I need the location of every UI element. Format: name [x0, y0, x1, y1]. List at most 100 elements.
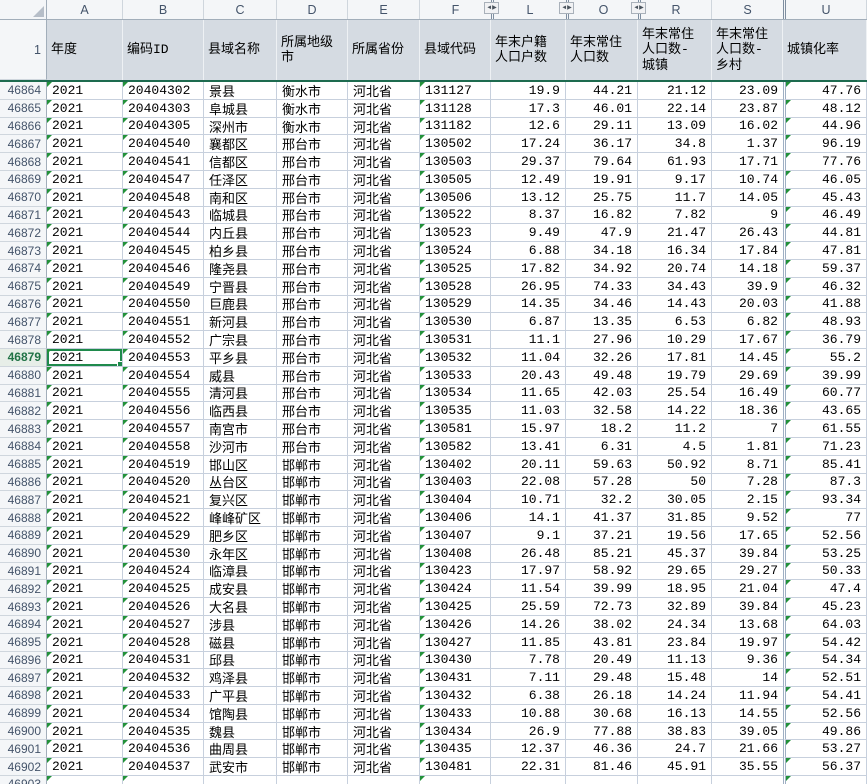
cell-R46871[interactable]: 7.82 [638, 206, 712, 225]
cell-S46903[interactable] [712, 776, 783, 784]
row-header-46886[interactable]: 46886 [0, 473, 47, 492]
cell-O46883[interactable]: 18.2 [566, 420, 638, 438]
cell-S46901[interactable]: 21.66 [712, 740, 783, 759]
cell-D46867[interactable]: 邢台市 [277, 135, 348, 154]
cell-L46893[interactable]: 25.59 [491, 598, 566, 616]
cell-B46896[interactable]: 20404531 [123, 651, 204, 670]
cell-C46888[interactable]: 峰峰矿区 [204, 509, 277, 527]
cell-E46882[interactable]: 河北省 [348, 402, 420, 421]
cell-U46901[interactable]: 53.27 [783, 740, 867, 759]
cell-L46875[interactable]: 26.95 [491, 277, 566, 296]
cell-E46900[interactable]: 河北省 [348, 722, 420, 741]
cell-S46868[interactable]: 17.71 [712, 153, 783, 171]
cell-R46890[interactable]: 45.37 [638, 544, 712, 563]
cell-D46901[interactable]: 邯郸市 [277, 740, 348, 759]
cell-D46899[interactable]: 邯郸市 [277, 704, 348, 723]
cell-O46901[interactable]: 46.36 [566, 740, 638, 759]
row-header-46894[interactable]: 46894 [0, 615, 47, 634]
cell-L46887[interactable]: 10.71 [491, 491, 566, 510]
cell-S46871[interactable]: 9 [712, 206, 783, 225]
cell-R46900[interactable]: 38.83 [638, 722, 712, 741]
row-header-46901[interactable]: 46901 [0, 740, 47, 759]
cell-A46899[interactable]: 2021 [47, 704, 123, 723]
cell-S46902[interactable]: 35.55 [712, 758, 783, 777]
cell-D46884[interactable]: 邢台市 [277, 437, 348, 456]
cell-F46903[interactable] [420, 776, 491, 784]
cell-O46869[interactable]: 19.91 [566, 170, 638, 189]
cell-R46866[interactable]: 13.09 [638, 117, 712, 136]
cell-O46864[interactable]: 44.21 [566, 82, 638, 100]
column-header-L[interactable]: L [491, 0, 566, 19]
cell-U46864[interactable]: 47.76 [783, 82, 867, 100]
cell-O46872[interactable]: 47.9 [566, 224, 638, 243]
cell-L46874[interactable]: 17.82 [491, 259, 566, 278]
cell-B46903[interactable] [123, 776, 204, 784]
cell-B46879[interactable]: 20404553 [123, 348, 204, 367]
cell-D46900[interactable]: 邯郸市 [277, 722, 348, 741]
cell-B46870[interactable]: 20404548 [123, 188, 204, 207]
cell-R46887[interactable]: 30.05 [638, 491, 712, 510]
cell-R46884[interactable]: 4.5 [638, 437, 712, 456]
cell-U46881[interactable]: 60.77 [783, 384, 867, 403]
cell-D46866[interactable]: 衡水市 [277, 117, 348, 136]
cell-L46867[interactable]: 17.24 [491, 135, 566, 154]
cell-E46871[interactable]: 河北省 [348, 206, 420, 225]
cell-O46879[interactable]: 32.26 [566, 348, 638, 367]
cell-S46865[interactable]: 23.87 [712, 99, 783, 118]
cell-L46896[interactable]: 7.78 [491, 651, 566, 670]
cell-L46882[interactable]: 11.03 [491, 402, 566, 421]
cell-F46865[interactable]: 131128 [420, 99, 491, 118]
cell-O46893[interactable]: 72.73 [566, 598, 638, 616]
cell-D46886[interactable]: 邯郸市 [277, 473, 348, 492]
cell-U46874[interactable]: 59.37 [783, 259, 867, 278]
cell-F46867[interactable]: 130502 [420, 135, 491, 154]
row-header-46882[interactable]: 46882 [0, 402, 47, 421]
cell-R46870[interactable]: 11.7 [638, 188, 712, 207]
cell-R46874[interactable]: 20.74 [638, 259, 712, 278]
cell-B46890[interactable]: 20404530 [123, 544, 204, 563]
cell-S46878[interactable]: 17.67 [712, 331, 783, 349]
cell-L46877[interactable]: 6.87 [491, 313, 566, 332]
cell-E46864[interactable]: 河北省 [348, 82, 420, 100]
cell-D46882[interactable]: 邢台市 [277, 402, 348, 421]
row-header-46867[interactable]: 46867 [0, 135, 47, 154]
cell-S46881[interactable]: 16.49 [712, 384, 783, 403]
cell-F46890[interactable]: 130408 [420, 544, 491, 563]
cell-L46884[interactable]: 13.41 [491, 437, 566, 456]
cell-E46887[interactable]: 河北省 [348, 491, 420, 510]
row-header-46876[interactable]: 46876 [0, 295, 47, 314]
cell-S46866[interactable]: 16.02 [712, 117, 783, 136]
cell-A46896[interactable]: 2021 [47, 651, 123, 670]
cell-B46883[interactable]: 20404557 [123, 420, 204, 438]
cell-R46867[interactable]: 34.8 [638, 135, 712, 154]
cell-L46891[interactable]: 17.97 [491, 562, 566, 581]
cell-O46884[interactable]: 6.31 [566, 437, 638, 456]
cell-S46891[interactable]: 29.27 [712, 562, 783, 581]
column-header-D[interactable]: D [277, 0, 348, 19]
cell-S46867[interactable]: 1.37 [712, 135, 783, 154]
cell-S46889[interactable]: 17.65 [712, 526, 783, 545]
cell-S46870[interactable]: 14.05 [712, 188, 783, 207]
cell-F46900[interactable]: 130434 [420, 722, 491, 741]
row-header-46883[interactable]: 46883 [0, 420, 47, 438]
column-header-E[interactable]: E [348, 0, 420, 19]
cell-U46897[interactable]: 52.51 [783, 669, 867, 688]
row-header-46874[interactable]: 46874 [0, 259, 47, 278]
cell-U46898[interactable]: 54.41 [783, 687, 867, 705]
cell-A46890[interactable]: 2021 [47, 544, 123, 563]
cell-A46873[interactable]: 2021 [47, 242, 123, 260]
cell-O46873[interactable]: 34.18 [566, 242, 638, 260]
row-header-46900[interactable]: 46900 [0, 722, 47, 741]
cell-D46887[interactable]: 邯郸市 [277, 491, 348, 510]
cell-C46896[interactable]: 邱县 [204, 651, 277, 670]
cell-R46880[interactable]: 19.79 [638, 366, 712, 385]
cell-B46886[interactable]: 20404520 [123, 473, 204, 492]
cell-D46898[interactable]: 邯郸市 [277, 687, 348, 705]
cell-U46888[interactable]: 77 [783, 509, 867, 527]
cell-A46864[interactable]: 2021 [47, 82, 123, 100]
cell-L46878[interactable]: 11.1 [491, 331, 566, 349]
cell-B46900[interactable]: 20404535 [123, 722, 204, 741]
cell-R46893[interactable]: 32.89 [638, 598, 712, 616]
cell-B46902[interactable]: 20404537 [123, 758, 204, 777]
cell-C46892[interactable]: 成安县 [204, 580, 277, 599]
